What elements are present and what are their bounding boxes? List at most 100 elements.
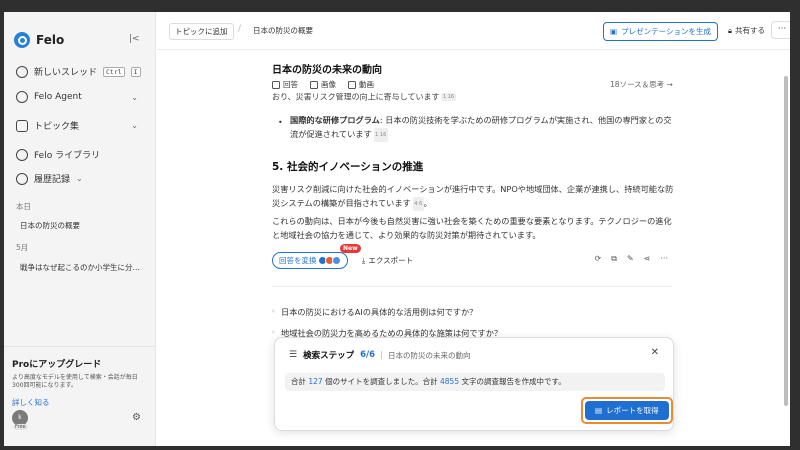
cloud-icon [16, 148, 28, 161]
scrollbar[interactable] [784, 76, 788, 406]
share-button[interactable]: 🔒︎ 共有する [728, 25, 765, 36]
summary-prefix: 合計 [291, 377, 306, 386]
chevron-down-icon: ⌄ [76, 174, 83, 183]
tab-image[interactable]: 画像 [310, 79, 336, 90]
edit-icon[interactable]: ✎ [627, 254, 634, 264]
sidebar-item-topics[interactable]: トピック集 ⌄ [16, 119, 146, 132]
sidebar-item-felo-agent[interactable]: Felo Agent ⌄ [16, 91, 146, 103]
upgrade-description: より高度なモデルを使用して検索・会話が毎日300回可能になります。 [12, 374, 138, 390]
sidebar-item-label: Felo Agent [34, 92, 82, 102]
summary-mid: 個のサイトを調査しました。合計 [325, 377, 438, 386]
breadcrumb-separator: / [238, 24, 242, 34]
sidebar-item-label: 履歴記録 [34, 175, 71, 185]
sidebar-item-label: Felo ライブラリ [34, 151, 101, 161]
citation-badge[interactable]: 4 6 [412, 196, 424, 211]
clock-icon [16, 172, 28, 185]
video-icon [348, 80, 356, 89]
tab-label: 画像 [321, 80, 336, 89]
app-window: Felo |< 新しいスレッド Ctrl I Felo Agent ⌄ トピック… [4, 12, 790, 446]
sidebar-item-label: トピック集 [34, 122, 80, 132]
chevron-down-icon: ⌄ [131, 92, 138, 102]
convert-answer-button[interactable]: 回答を変換 [272, 252, 348, 269]
main-content: 日本の防災の未来の動向 回答 画像 動画 18ソース＆思考 → おり、災害リスク… [157, 51, 790, 446]
refresh-icon[interactable]: ⟳ [595, 254, 602, 264]
history-section-may: 5月 [16, 243, 29, 252]
list-icon: ☰ [289, 350, 298, 360]
new-thread-label: 新しいスレッド [34, 68, 98, 78]
upgrade-title: Proにアップグレード [12, 360, 102, 370]
generate-presentation-button[interactable]: ▣ プレゼンテーションを生成 [603, 22, 718, 41]
more-icon[interactable]: ··· [660, 254, 668, 264]
presentation-icon: ▣ [610, 27, 618, 36]
citation-badge[interactable]: 1 16 [441, 93, 456, 101]
panel-header: ☰ 検索ステップ 6/6 日本の防災の未来の動向 [289, 349, 471, 361]
shortcut-ctrl: Ctrl [103, 66, 125, 77]
convert-label: 回答を変換 [279, 256, 317, 265]
step-progress: 6/6 [360, 350, 376, 360]
collapse-sidebar-icon[interactable]: |< [129, 34, 140, 44]
answer-icon [272, 80, 280, 89]
add-to-topic-button[interactable]: トピックに追加 [169, 23, 234, 40]
format-icons [317, 256, 341, 265]
sources-link[interactable]: 18ソース＆思考 → [610, 79, 673, 90]
agent-icon [16, 91, 28, 103]
bullet-bold: 国際的な研修プログラム [290, 115, 380, 125]
plus-circle-icon [16, 65, 28, 78]
history-section-today: 本日 [16, 202, 31, 211]
history-item[interactable]: 戦争はなぜ起こるのか小学生に分… [20, 262, 148, 273]
history-item[interactable]: 日本の防災の概要 [20, 220, 148, 231]
sidebar-item-history[interactable]: 履歴記録 ⌄ [16, 172, 146, 185]
more-options-button[interactable]: ··· [771, 21, 790, 39]
export-label: エクスポート [368, 256, 414, 265]
get-report-label: レポートを取得 [606, 406, 659, 415]
image-icon [310, 80, 318, 89]
tab-answer[interactable]: 回答 [272, 79, 298, 90]
generate-presentation-label: プレゼンテーションを生成 [621, 27, 711, 36]
tab-label: 動画 [359, 80, 374, 89]
plan-badge: Free [13, 424, 28, 430]
section-heading: 5. 社会的イノベーションの推進 [272, 161, 424, 173]
answer-text-clipped: おり、災害リスク管理の向上に寄与しています 1 16 [272, 93, 672, 103]
answer-paragraph: 災害リスク削減に向けた社会的イノベーションが進行中です。NPOや地域団体、企業が… [272, 182, 677, 211]
download-icon: ⤓ [362, 255, 366, 265]
summary-suffix: 文字の調査報告を作成中です。 [461, 377, 566, 386]
export-button[interactable]: ⤓ エクスポート [362, 255, 413, 266]
close-icon[interactable]: ✕ [651, 347, 659, 358]
answer-action-icons: ⟳ ⧉ ✎ ⋖ ··· [595, 254, 668, 264]
copy-icon[interactable]: ⧉ [611, 254, 617, 264]
sidebar: Felo |< 新しいスレッド Ctrl I Felo Agent ⌄ トピック… [4, 12, 156, 446]
upgrade-panel: Proにアップグレード より高度なモデルを使用して検索・会話が毎日300回可能に… [4, 346, 156, 408]
share-label: 共有する [735, 26, 765, 35]
search-step-panel: ☰ 検索ステップ 6/6 日本の防災の未来の動向 ✕ 合計 127 個のサイトを… [274, 337, 674, 431]
logo[interactable]: Felo [14, 32, 64, 48]
breadcrumb-title: 日本の防災の概要 [253, 26, 313, 35]
sites-count: 127 [308, 377, 323, 386]
tab-label: 回答 [283, 80, 298, 89]
gear-icon[interactable]: ⚙ [132, 412, 141, 423]
learn-more-link[interactable]: 詳しく知る [12, 397, 148, 408]
tab-video[interactable]: 動画 [348, 79, 374, 90]
document-icon: ▤ [595, 406, 603, 415]
bookmark-icon [16, 119, 28, 132]
answer-actions: 回答を変換 New ⤓ エクスポート ⟳ ⧉ ✎ ⋖ ··· [272, 244, 672, 270]
mindmap-format-icon [331, 256, 341, 265]
report-highlight: ▤ レポートを取得 [581, 397, 673, 424]
related-question[interactable]: 日本の防災におけるAIの具体的な活用例は何ですか？ [271, 306, 477, 318]
answer-paragraph: これらの動向は、日本が今後も自然災害に強い社会を築くための重要な要素となります。… [272, 216, 672, 240]
divider [381, 351, 383, 359]
search-summary: 合計 127 個のサイトを調査しました。合計 4855 文字の調査報告を作成中で… [285, 373, 665, 391]
shortcut-key: I [130, 66, 141, 77]
sidebar-item-library[interactable]: Felo ライブラリ [16, 148, 146, 161]
chevron-down-icon: ⌄ [131, 121, 138, 130]
question-title: 日本の防災の未来の動向 [272, 65, 382, 76]
get-report-button[interactable]: ▤ レポートを取得 [585, 401, 669, 420]
top-bar: トピックに追加 / 日本の防災の概要 ▣ プレゼンテーションを生成 🔒︎ 共有す… [157, 12, 790, 50]
share-icon[interactable]: ⋖ [644, 254, 651, 264]
citation-badge[interactable]: 1 16 [373, 127, 388, 142]
bullet-marker: • [278, 118, 283, 127]
paragraph-text: 災害リスク削減に向けた社会的イノベーションが進行中です。NPOや地域団体、企業が… [272, 184, 674, 208]
logo-text: Felo [36, 33, 65, 47]
divider [272, 286, 672, 287]
new-thread-button[interactable]: 新しいスレッド Ctrl I [16, 65, 146, 78]
panel-title: 検索ステップ [303, 351, 355, 361]
